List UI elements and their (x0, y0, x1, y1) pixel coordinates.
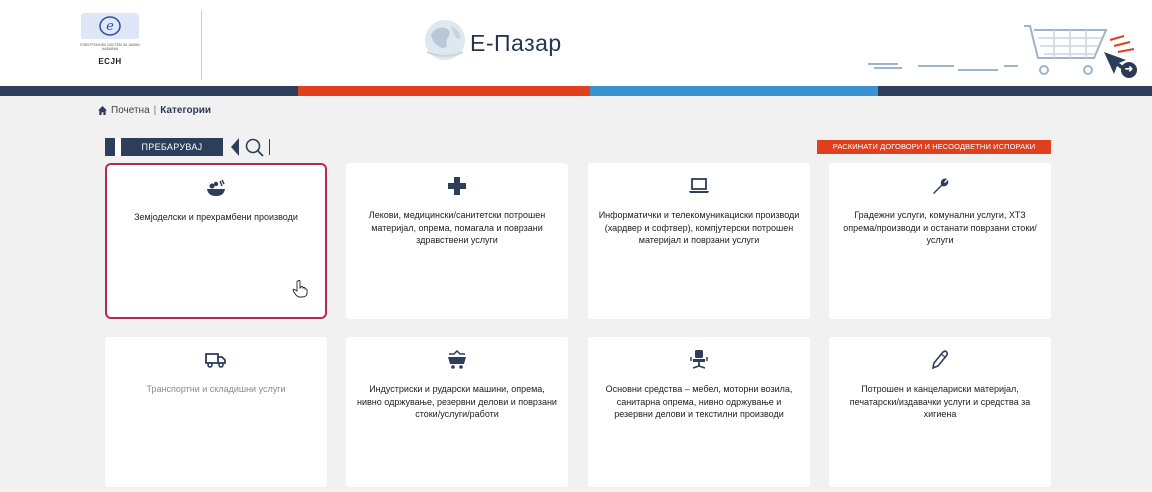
laptop-icon (588, 173, 810, 199)
band-blue (590, 86, 878, 96)
brand-title[interactable]: Е-Пазар (470, 30, 562, 57)
category-label: Потрошен и канцелариски материјал, печат… (849, 384, 1031, 419)
home-icon[interactable] (98, 106, 107, 115)
hand-pointer-icon (292, 280, 308, 298)
logo-subtitle: ЕЛЕКТРОНСКИ СИСТЕМ ЗА ЈАВНИ НАБАВКИ (80, 43, 140, 51)
category-label: Градежни услуги, комунални услуги, ХТЗ о… (843, 210, 1037, 245)
medical-cross-icon (346, 173, 568, 199)
category-card-construction[interactable]: Градежни услуги, комунални услуги, ХТЗ о… (829, 163, 1051, 319)
search-caret (269, 139, 270, 155)
search-edge (105, 138, 115, 156)
category-label: Индустриски и рударски машини, опрема, н… (357, 384, 557, 419)
search-button[interactable]: ПРЕБАРУВАЈ (115, 138, 223, 156)
terminated-contracts-button[interactable]: РАСКИНАТИ ДОГОВОРИ И НЕСООДВЕТНИ ИСПОРАК… (817, 140, 1051, 154)
mine-cart-icon (346, 347, 568, 373)
category-card-fixed-assets[interactable]: Основни средства – мебел, моторни возила… (588, 337, 810, 487)
shopping-cart-illustration (868, 25, 1135, 75)
category-label: Лекови, медицински/санитетски потрошен м… (368, 210, 546, 245)
header-divider (201, 10, 202, 80)
breadcrumb-current: Категории (160, 105, 212, 116)
category-label: Транспортни и складишни услуги (146, 384, 286, 394)
wrench-icon (829, 173, 1051, 199)
search-icon[interactable] (245, 137, 265, 157)
category-card-medical[interactable]: Лекови, медицински/санитетски потрошен м… (346, 163, 568, 319)
category-card-office-supplies[interactable]: Потрошен и канцелариски материјал, печат… (829, 337, 1051, 487)
svg-text:e: e (106, 19, 114, 34)
band-navy (0, 86, 298, 96)
band-orange (298, 86, 590, 96)
category-label: Земјоделски и прехрамбени производи (134, 212, 298, 222)
logo-badge: e (81, 13, 139, 39)
search-block: ПРЕБАРУВАЈ (105, 137, 295, 157)
search-notch (231, 138, 239, 156)
site-header: e ЕЛЕКТРОНСКИ СИСТЕМ ЗА ЈАВНИ НАБАВКИ ЕС… (0, 0, 1152, 86)
category-card-transport[interactable]: Транспортни и складишни услуги (105, 337, 327, 487)
food-bowl-icon (107, 175, 325, 201)
breadcrumb: Почетна | Категории (98, 105, 211, 116)
breadcrumb-home-link[interactable]: Почетна (111, 105, 150, 116)
truck-icon (105, 347, 327, 373)
category-card-it[interactable]: Информатички и телекомуникациски произво… (588, 163, 810, 319)
breadcrumb-separator: | (153, 105, 157, 116)
pencil-icon (829, 347, 1051, 373)
category-label: Основни средства – мебел, моторни возила… (605, 384, 793, 419)
esjn-logo[interactable]: e ЕЛЕКТРОНСКИ СИСТЕМ ЗА ЈАВНИ НАБАВКИ ЕС… (77, 13, 143, 71)
globe-icon (425, 20, 465, 60)
office-chair-icon (588, 347, 810, 373)
band-navy-right (878, 86, 1152, 96)
category-card-industrial[interactable]: Индустриски и рударски машини, опрема, н… (346, 337, 568, 487)
category-label: Информатички и телекомуникациски произво… (598, 210, 800, 245)
logo-abbreviation: ЕСЈН (98, 57, 122, 66)
logout-icon[interactable]: ➜ (1121, 62, 1137, 78)
category-card-agriculture[interactable]: Земјоделски и прехрамбени производи (105, 163, 327, 319)
